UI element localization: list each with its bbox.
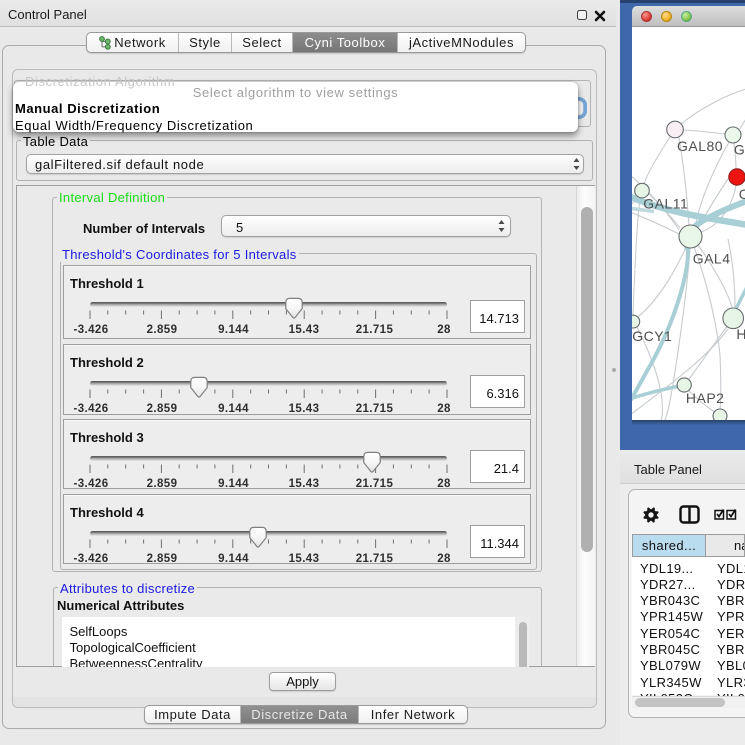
svg-text:GAL11: GAL11 xyxy=(643,196,688,212)
svg-text:GAL8: GAL8 xyxy=(734,141,745,157)
svg-text:GCY1: GCY1 xyxy=(632,328,672,344)
svg-text:HI: HI xyxy=(736,326,745,342)
svg-text:HAP2: HAP2 xyxy=(686,390,725,406)
svg-text:GAL80: GAL80 xyxy=(677,138,723,154)
svg-text:GAL4: GAL4 xyxy=(693,251,731,267)
svg-text:CA: CA xyxy=(739,186,745,202)
